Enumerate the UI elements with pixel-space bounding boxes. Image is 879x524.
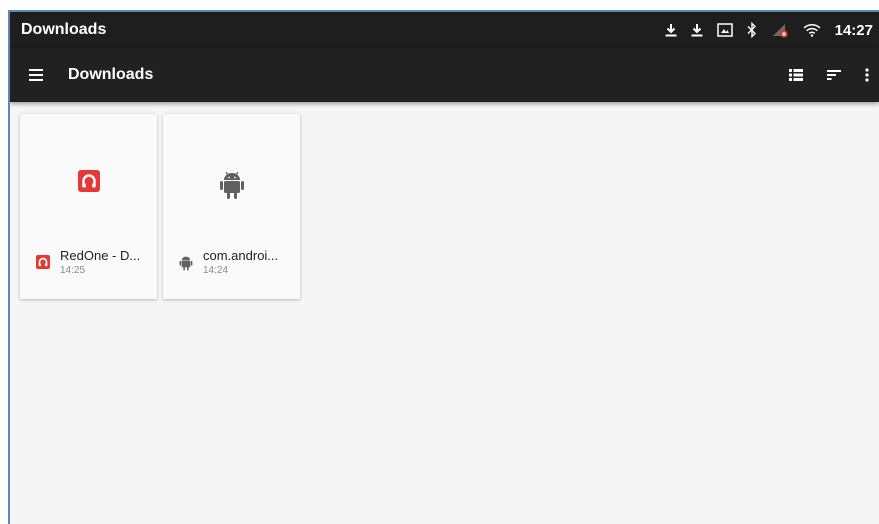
page-title: Downloads <box>68 66 154 83</box>
redone-app-icon <box>36 255 50 269</box>
file-name: RedOne - D... <box>60 248 141 263</box>
redone-app-icon <box>20 170 157 192</box>
status-bar: Downloads 14:27 <box>10 12 879 48</box>
download-icon <box>665 23 677 37</box>
file-time: 14:25 <box>60 265 86 276</box>
hamburger-menu-icon[interactable] <box>10 48 62 102</box>
toolbar-actions <box>789 68 879 82</box>
android-icon <box>163 170 300 200</box>
download-icon <box>691 23 703 37</box>
network-error-icon <box>771 22 789 38</box>
app-toolbar: Downloads <box>10 48 879 102</box>
file-grid: RedOne - D... 14:25 com.androi... 14:24 <box>10 102 879 299</box>
file-time: 14:24 <box>203 265 229 276</box>
wifi-icon <box>803 23 821 37</box>
status-time: 14:27 <box>834 21 873 39</box>
file-card-android[interactable]: com.androi... 14:24 <box>163 114 300 299</box>
list-view-icon[interactable] <box>789 69 803 81</box>
file-card-redone[interactable]: RedOne - D... 14:25 <box>20 114 157 299</box>
android-icon <box>179 255 193 271</box>
file-name: com.androi... <box>203 248 279 263</box>
more-options-icon[interactable] <box>865 68 869 82</box>
status-icons: 14:27 <box>665 22 879 39</box>
status-bar-title: Downloads <box>21 21 107 38</box>
sort-icon[interactable] <box>827 69 841 81</box>
app-window: Downloads 14:27 Downloads RedOne - D... … <box>8 10 879 524</box>
bluetooth-icon <box>747 22 757 38</box>
screenshot-icon <box>716 23 733 37</box>
